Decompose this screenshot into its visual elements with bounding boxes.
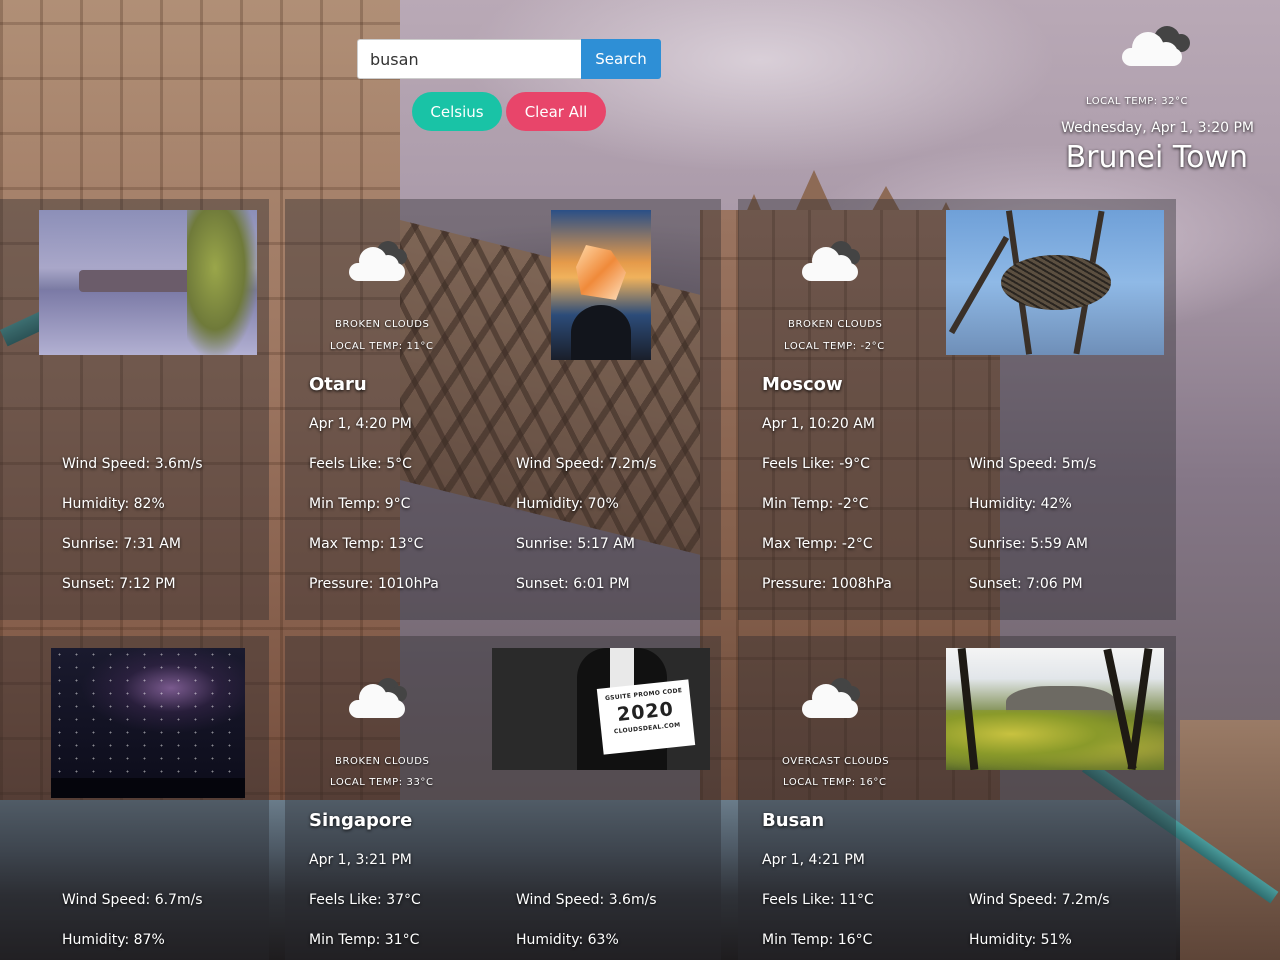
wind-speed: Wind Speed: 6.7m/s — [62, 892, 203, 908]
feels-like: Feels Like: 37°C — [309, 892, 421, 908]
city-photo — [51, 648, 245, 798]
feels-like: Feels Like: 11°C — [762, 892, 874, 908]
weather-card-busan: OVERCAST CLOUDS LOCAL TEMP: 16°C Busan A… — [738, 636, 1176, 960]
city-datetime: Apr 1, 10:20 AM — [762, 416, 875, 432]
city-datetime: Apr 1, 4:20 PM — [309, 416, 412, 432]
feels-like: Feels Like: -9°C — [762, 456, 870, 472]
city-datetime: Apr 1, 4:21 PM — [762, 852, 865, 868]
min-temp: Min Temp: 31°C — [309, 932, 420, 948]
promo-sign: GSUITE PROMO CODE 2020 CLOUDSDEAL.COM — [596, 679, 696, 755]
current-city-name: Brunei Town — [1065, 140, 1248, 175]
sunset: Sunset: 7:12 PM — [62, 576, 176, 592]
humidity: Humidity: 63% — [516, 932, 619, 948]
weather-description: BROKEN CLOUDS — [335, 756, 430, 767]
search-bar: Search — [357, 39, 661, 79]
min-temp: Min Temp: 16°C — [762, 932, 873, 948]
unit-toggle-button[interactable]: Celsius — [412, 92, 502, 131]
pressure: Pressure: 1008hPa — [762, 576, 892, 592]
sunrise: Sunrise: 5:59 AM — [969, 536, 1088, 552]
humidity: Humidity: 82% — [62, 496, 165, 512]
city-name: Busan — [762, 810, 825, 831]
sunrise: Sunrise: 5:17 AM — [516, 536, 635, 552]
weather-card: Wind Speed: 6.7m/s Humidity: 87% — [0, 636, 269, 960]
weather-description: BROKEN CLOUDS — [335, 319, 430, 330]
humidity: Humidity: 42% — [969, 496, 1072, 512]
humidity: Humidity: 51% — [969, 932, 1072, 948]
cloud-icon — [800, 241, 864, 283]
sunrise: Sunrise: 7:31 AM — [62, 536, 181, 552]
wind-speed: Wind Speed: 7.2m/s — [516, 456, 657, 472]
current-datetime: Wednesday, Apr 1, 3:20 PM — [1061, 120, 1254, 136]
clear-all-button[interactable]: Clear All — [506, 92, 606, 131]
wind-speed: Wind Speed: 3.6m/s — [516, 892, 657, 908]
local-temp: LOCAL TEMP: 11°C — [330, 341, 434, 352]
cloud-icon — [800, 678, 864, 720]
current-location: LOCAL TEMP: 32°C Wednesday, Apr 1, 3:20 … — [994, 24, 1254, 184]
city-name: Singapore — [309, 810, 413, 831]
city-name: Moscow — [762, 374, 843, 395]
city-photo — [551, 210, 651, 360]
search-input[interactable] — [357, 39, 581, 79]
cloud-icon — [347, 241, 411, 283]
wind-speed: Wind Speed: 5m/s — [969, 456, 1097, 472]
humidity: Humidity: 87% — [62, 932, 165, 948]
local-temp: LOCAL TEMP: 33°C — [330, 777, 434, 788]
city-name: Otaru — [309, 374, 367, 395]
search-button[interactable]: Search — [581, 39, 661, 79]
min-temp: Min Temp: -2°C — [762, 496, 869, 512]
pressure: Pressure: 1010hPa — [309, 576, 439, 592]
current-local-temp: LOCAL TEMP: 32°C — [1086, 96, 1188, 107]
max-temp: Max Temp: -2°C — [762, 536, 873, 552]
weather-card-singapore: BROKEN CLOUDS LOCAL TEMP: 33°C GSUITE PR… — [285, 636, 721, 960]
local-temp: LOCAL TEMP: -2°C — [784, 341, 885, 352]
cloud-icon — [347, 678, 411, 720]
local-temp: LOCAL TEMP: 16°C — [783, 777, 887, 788]
cloud-icon — [1118, 24, 1194, 74]
weather-card: Wind Speed: 3.6m/s Humidity: 82% Sunrise… — [0, 199, 269, 620]
weather-card-otaru: BROKEN CLOUDS LOCAL TEMP: 11°C Otaru Apr… — [285, 199, 721, 620]
wind-speed: Wind Speed: 7.2m/s — [969, 892, 1110, 908]
wind-speed: Wind Speed: 3.6m/s — [62, 456, 203, 472]
max-temp: Max Temp: 13°C — [309, 536, 424, 552]
sunset: Sunset: 7:06 PM — [969, 576, 1083, 592]
city-photo: GSUITE PROMO CODE 2020 CLOUDSDEAL.COM — [492, 648, 710, 770]
sunset: Sunset: 6:01 PM — [516, 576, 630, 592]
weather-card-moscow: BROKEN CLOUDS LOCAL TEMP: -2°C Moscow Ap… — [738, 199, 1176, 620]
humidity: Humidity: 70% — [516, 496, 619, 512]
city-photo — [39, 210, 257, 355]
city-photo — [946, 210, 1164, 355]
city-datetime: Apr 1, 3:21 PM — [309, 852, 412, 868]
city-photo — [946, 648, 1164, 770]
feels-like: Feels Like: 5°C — [309, 456, 412, 472]
min-temp: Min Temp: 9°C — [309, 496, 411, 512]
weather-description: OVERCAST CLOUDS — [782, 756, 890, 767]
weather-description: BROKEN CLOUDS — [788, 319, 883, 330]
